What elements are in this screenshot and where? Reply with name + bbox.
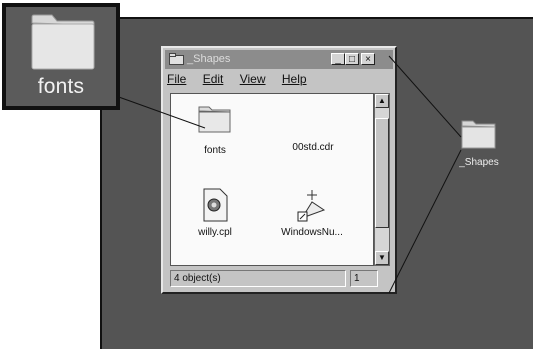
desktop-folder[interactable]: _Shapes	[449, 118, 509, 168]
scroll-down-button[interactable]: ▼	[375, 251, 389, 265]
folder-icon	[31, 14, 95, 70]
menu-file[interactable]: File	[167, 72, 186, 86]
folder-icon	[461, 120, 496, 149]
scroll-up-button[interactable]: ▲	[375, 94, 389, 108]
maximize-button[interactable]: □	[345, 53, 359, 65]
item-label: WindowsNu...	[281, 227, 343, 238]
shortcut-drawing-icon	[297, 190, 326, 222]
blank-icon	[283, 104, 343, 134]
window-title: _Shapes	[187, 53, 231, 65]
menu-bar: File Edit View Help	[167, 72, 320, 88]
scroll-thumb[interactable]	[375, 118, 389, 228]
folder-icon	[198, 106, 231, 133]
menu-view[interactable]: View	[240, 72, 266, 86]
title-bar[interactable]: _Shapes _ □ ×	[165, 50, 393, 69]
callout-label: fonts	[37, 75, 85, 98]
status-right: 1	[350, 270, 378, 287]
list-item[interactable]: fonts	[185, 104, 245, 156]
menu-help[interactable]: Help	[282, 72, 307, 86]
desktop-folder-label: _Shapes	[459, 157, 499, 168]
file-list[interactable]: fonts 00std.cdr willy.cpl WindowsNu...	[170, 93, 374, 266]
list-item[interactable]: WindowsNu...	[275, 188, 349, 238]
minimize-button[interactable]: _	[331, 53, 345, 65]
close-button[interactable]: ×	[361, 53, 375, 65]
item-label: willy.cpl	[198, 227, 232, 238]
list-item[interactable]: willy.cpl	[185, 188, 245, 238]
control-panel-file-icon	[203, 188, 228, 222]
item-label: 00std.cdr	[292, 142, 334, 153]
list-item[interactable]: 00std.cdr	[283, 104, 343, 153]
status-objects: 4 object(s)	[170, 270, 346, 287]
menu-edit[interactable]: Edit	[203, 72, 224, 86]
folder-icon	[169, 53, 184, 65]
item-label: fonts	[204, 145, 226, 156]
vertical-scrollbar[interactable]: ▲ ▼	[374, 93, 390, 266]
explorer-window[interactable]: _Shapes _ □ × File Edit View Help fonts …	[161, 46, 397, 294]
magnified-callout: fonts	[2, 3, 120, 110]
